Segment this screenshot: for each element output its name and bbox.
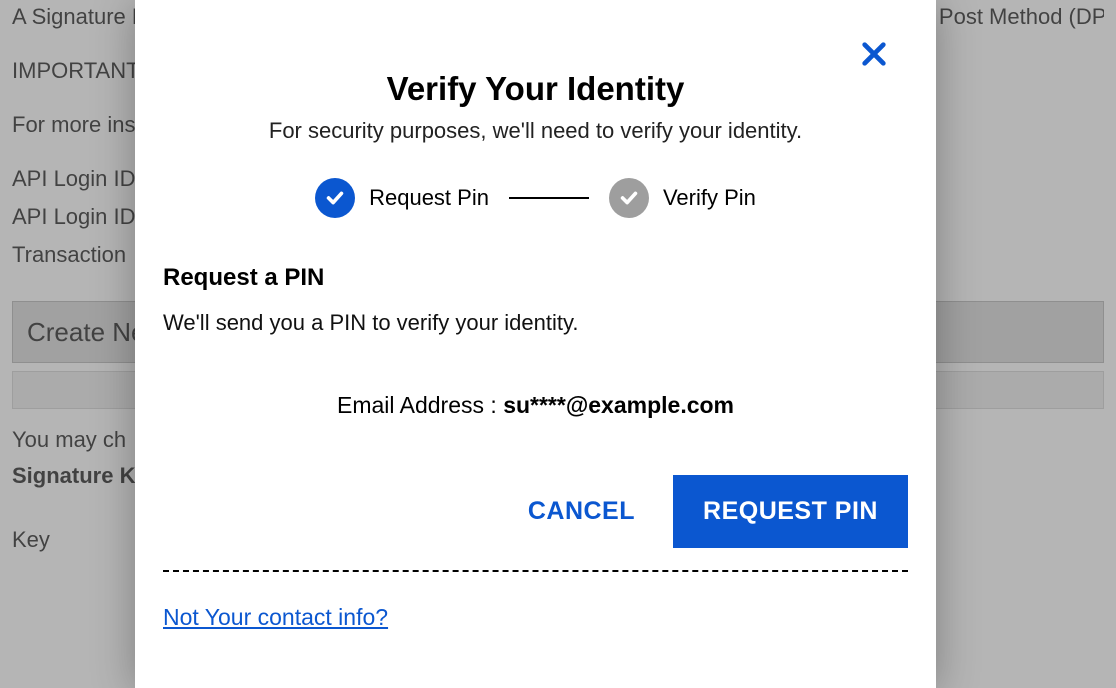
modal-body: Request a PIN We'll send you a PIN to ve… [163, 264, 908, 631]
modal-title: Verify Your Identity [163, 70, 908, 108]
step-circle-inactive [609, 178, 649, 218]
email-label: Email Address : [337, 392, 503, 418]
step-label: Request Pin [369, 185, 489, 211]
close-icon [860, 40, 888, 68]
section-title: Request a PIN [163, 264, 908, 292]
request-pin-button[interactable]: REQUEST PIN [673, 475, 908, 548]
step-verify-pin: Verify Pin [609, 178, 756, 218]
step-label: Verify Pin [663, 185, 756, 211]
step-request-pin: Request Pin [315, 178, 489, 218]
check-icon [324, 187, 346, 209]
cancel-button[interactable]: CANCEL [528, 497, 635, 526]
divider [163, 570, 908, 572]
modal-subtitle: For security purposes, we'll need to ver… [163, 118, 908, 144]
close-button[interactable] [856, 36, 892, 72]
stepper: Request Pin Verify Pin [163, 178, 908, 218]
step-circle-active [315, 178, 355, 218]
email-row: Email Address : su****@example.com [163, 392, 908, 419]
step-connector [509, 197, 589, 199]
modal-actions: CANCEL REQUEST PIN [163, 475, 908, 548]
verify-identity-modal: Verify Your Identity For security purpos… [135, 0, 936, 688]
section-text: We'll send you a PIN to verify your iden… [163, 310, 908, 336]
check-icon [618, 187, 640, 209]
email-value: su****@example.com [503, 392, 734, 418]
not-your-contact-link[interactable]: Not Your contact info? [163, 604, 388, 630]
